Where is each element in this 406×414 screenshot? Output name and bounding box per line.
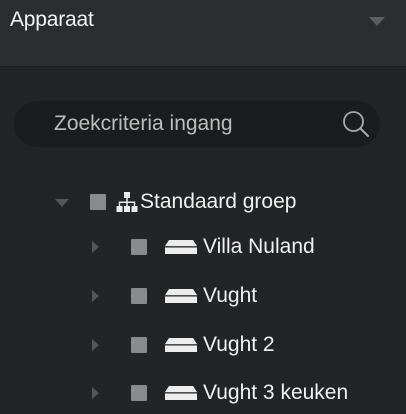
collapse-caret-icon[interactable] [369,17,385,26]
group-network-icon [116,192,138,212]
tree-node-villa-nuland[interactable]: Villa Nuland [0,230,406,264]
tree-node-label: Vught [203,284,258,307]
node-checkbox[interactable] [131,337,147,353]
tree-node-standaard-groep[interactable]: Standaard groep [0,185,406,219]
expand-toggle-icon[interactable] [92,241,99,253]
expand-toggle-icon[interactable] [92,339,99,351]
tree-node-vught-2[interactable]: Vught 2 [0,328,406,362]
tree-node-label: Vught 2 [203,333,275,356]
expand-toggle-icon[interactable] [92,387,99,399]
panel-title: Apparaat [10,8,94,31]
tree-node-vught[interactable]: Vught [0,279,406,313]
device-icon [165,289,197,303]
device-icon [165,386,197,400]
search-input[interactable] [54,101,324,147]
tree-node-label: Villa Nuland [203,235,315,258]
node-checkbox[interactable] [90,194,106,210]
node-checkbox[interactable] [131,239,147,255]
device-icon [165,240,197,254]
node-checkbox[interactable] [131,385,147,401]
device-icon [165,338,197,352]
device-panel-header[interactable]: Apparaat [0,0,406,67]
node-checkbox[interactable] [131,288,147,304]
expand-toggle-icon[interactable] [92,290,99,302]
tree-node-label: Standaard groep [140,190,297,213]
search-icon[interactable] [341,109,371,139]
expand-toggle-icon[interactable] [55,199,69,207]
tree-node-label: Vught 3 keuken [203,381,349,404]
tree-node-vught-3-keuken[interactable]: Vught 3 keuken [0,376,406,410]
search-box [14,101,380,147]
